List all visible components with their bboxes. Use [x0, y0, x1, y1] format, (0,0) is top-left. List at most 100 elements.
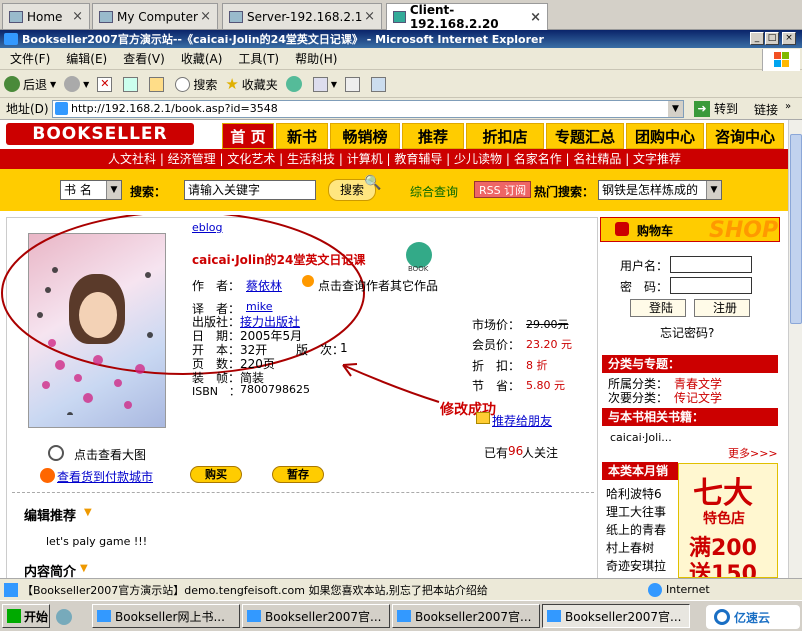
translator-link[interactable]: mike	[246, 300, 273, 313]
taskbar-item[interactable]: Bookseller网上书...	[92, 604, 240, 628]
promo-ad-banner[interactable]: 七大 特色店 满200 送150	[678, 463, 778, 578]
category-heading: 分类与专题：	[602, 355, 778, 373]
forward-button[interactable]: ▼	[64, 76, 89, 92]
nav-bestseller[interactable]: 畅销榜	[330, 123, 400, 149]
history-button[interactable]: ▼	[312, 76, 337, 92]
nav-recommend[interactable]: 推荐	[402, 123, 464, 149]
address-bar: 地址(D) http://192.168.2.1/book.asp?id=354…	[0, 98, 802, 120]
cloud-icon	[714, 609, 730, 625]
arrow-circle-icon	[302, 275, 314, 287]
vm-tab-server[interactable]: Server-192.168.2.1 ×	[222, 3, 382, 29]
minimize-button[interactable]: _	[750, 32, 764, 45]
buy-button[interactable]: 购买	[190, 466, 242, 483]
nav-discount[interactable]: 折扣店	[466, 123, 544, 149]
close-icon[interactable]: ×	[364, 9, 375, 24]
taskbar-item[interactable]: Bookseller2007官...	[242, 604, 390, 628]
menu-file[interactable]: 文件(F)	[10, 50, 50, 67]
close-icon[interactable]: ×	[72, 9, 83, 24]
site-logo[interactable]: BOOKSELLER	[6, 123, 194, 145]
book-badge-label: BOOK	[408, 265, 429, 273]
keyword-input[interactable]: 请输入关键字	[184, 180, 316, 200]
start-button[interactable]: 开始	[2, 604, 50, 628]
nav-new[interactable]: 新书	[276, 123, 328, 149]
rss-button[interactable]: RSS 订阅	[474, 181, 532, 198]
stop-button[interactable]: ✕	[97, 76, 115, 92]
register-button[interactable]: 注册	[694, 299, 750, 317]
home-icon	[9, 10, 23, 23]
cart-icon	[615, 222, 629, 236]
author-more-link[interactable]: 点击查询作者其它作品	[318, 277, 438, 294]
page-icon	[4, 582, 18, 597]
close-icon[interactable]: ×	[530, 10, 541, 25]
more-link[interactable]: 更多>>>	[728, 445, 778, 461]
scrollbar-thumb[interactable]	[790, 134, 802, 324]
member-price: 23.20 元	[526, 338, 572, 351]
nav-consult[interactable]: 咨询中心	[706, 123, 784, 149]
taskbar-item-active[interactable]: Bookseller2007官...	[542, 604, 690, 628]
view-large-link[interactable]: 点击查看大图	[74, 446, 146, 463]
category-nav[interactable]: 人文社科 | 经济管理 | 文化艺术 | 生活科技 | 计算机 | 教育辅导 |…	[0, 149, 788, 169]
book-title: caicai·Jolin的24堂英文日记课	[192, 253, 366, 267]
search-button[interactable]: 搜索	[175, 76, 217, 93]
menu-help[interactable]: 帮助(H)	[295, 50, 337, 67]
nav-group[interactable]: 团购中心	[626, 123, 704, 149]
menu-favorites[interactable]: 收藏(A)	[181, 50, 223, 67]
menu-edit[interactable]: 编辑(E)	[66, 50, 107, 67]
list-item[interactable]: 纸上的青春	[606, 521, 666, 539]
ie-quicklaunch-icon[interactable]	[56, 609, 72, 625]
vm-tab-client[interactable]: Client-192.168.2.20 ×	[386, 3, 548, 31]
list-item[interactable]: 哈利波特6	[606, 485, 666, 503]
refresh-button[interactable]	[123, 76, 141, 92]
mail-button[interactable]	[344, 76, 363, 92]
book-isbn: 7800798625	[240, 383, 310, 396]
advanced-search-link[interactable]: 综合查询	[410, 183, 458, 200]
links-button[interactable]: 链接	[754, 101, 778, 118]
menu-view[interactable]: 查看(V)	[123, 50, 165, 67]
links-chevron-icon[interactable]: »	[785, 101, 791, 112]
related-book-link[interactable]: caicai·Joli...	[610, 431, 672, 444]
back-button[interactable]: 后退 ▼	[4, 76, 56, 93]
vm-tab-my-computer[interactable]: My Computer ×	[92, 3, 218, 29]
zoom-icon	[48, 445, 64, 461]
home-button[interactable]	[149, 76, 167, 92]
media-icon	[285, 76, 302, 92]
cod-cities-link[interactable]: 查看货到付款城市	[57, 468, 153, 485]
vertical-scrollbar[interactable]	[788, 120, 802, 578]
address-input[interactable]: http://192.168.2.1/book.asp?id=3548 ▼	[52, 100, 684, 118]
username-input[interactable]	[670, 256, 752, 273]
recommend-icon	[476, 412, 490, 424]
hold-button[interactable]: 暂存	[272, 466, 324, 483]
address-dropdown-icon[interactable]: ▼	[668, 101, 683, 117]
close-button[interactable]: ×	[782, 32, 796, 45]
go-button[interactable]: ➜ 转到	[694, 100, 738, 117]
web-page: BOOKSELLER 首 页 新书 畅销榜 推荐 折扣店 专题汇总 团购中心 咨…	[0, 120, 788, 578]
cart-header: 购物车 SHOP	[600, 217, 780, 243]
favorites-button[interactable]: ★ 收藏夹	[225, 75, 277, 93]
author-link[interactable]: 蔡依林	[246, 277, 282, 294]
hot-search-select[interactable]: 钢铁是怎样炼成的 ▼	[598, 180, 722, 200]
recommend-link[interactable]: 推荐给朋友	[492, 412, 552, 429]
nav-home[interactable]: 首 页	[222, 123, 274, 149]
list-item[interactable]: 村上春树	[606, 539, 666, 557]
close-icon[interactable]: ×	[200, 9, 211, 24]
star-icon: ★	[225, 75, 239, 93]
go-arrow-icon: ➜	[694, 100, 710, 117]
menu-tools[interactable]: 工具(T)	[238, 50, 279, 67]
market-price: 29.00元	[526, 318, 569, 331]
nav-topics[interactable]: 专题汇总	[546, 123, 624, 149]
login-button[interactable]: 登陆	[630, 299, 686, 317]
print-button[interactable]	[370, 76, 389, 92]
list-item[interactable]: 奇迹安琪拉	[606, 557, 666, 575]
forgot-password-link[interactable]: 忘记密码?	[660, 324, 714, 341]
media-button[interactable]	[285, 76, 305, 92]
list-item[interactable]: 理工大往事	[606, 503, 666, 521]
maximize-button[interactable]: □	[765, 32, 779, 45]
vm-tab-home[interactable]: Home ×	[2, 3, 90, 29]
taskbar-item[interactable]: Bookseller2007官...	[392, 604, 540, 628]
subcategory-link[interactable]: 传记文学	[674, 389, 722, 406]
password-input[interactable]	[670, 277, 752, 294]
search-type-select[interactable]: 书 名 ▼	[60, 180, 122, 200]
search-icon	[175, 76, 191, 92]
triangle-down-icon: ▼	[80, 563, 88, 574]
magnifier-icon: 🔍	[364, 175, 382, 191]
